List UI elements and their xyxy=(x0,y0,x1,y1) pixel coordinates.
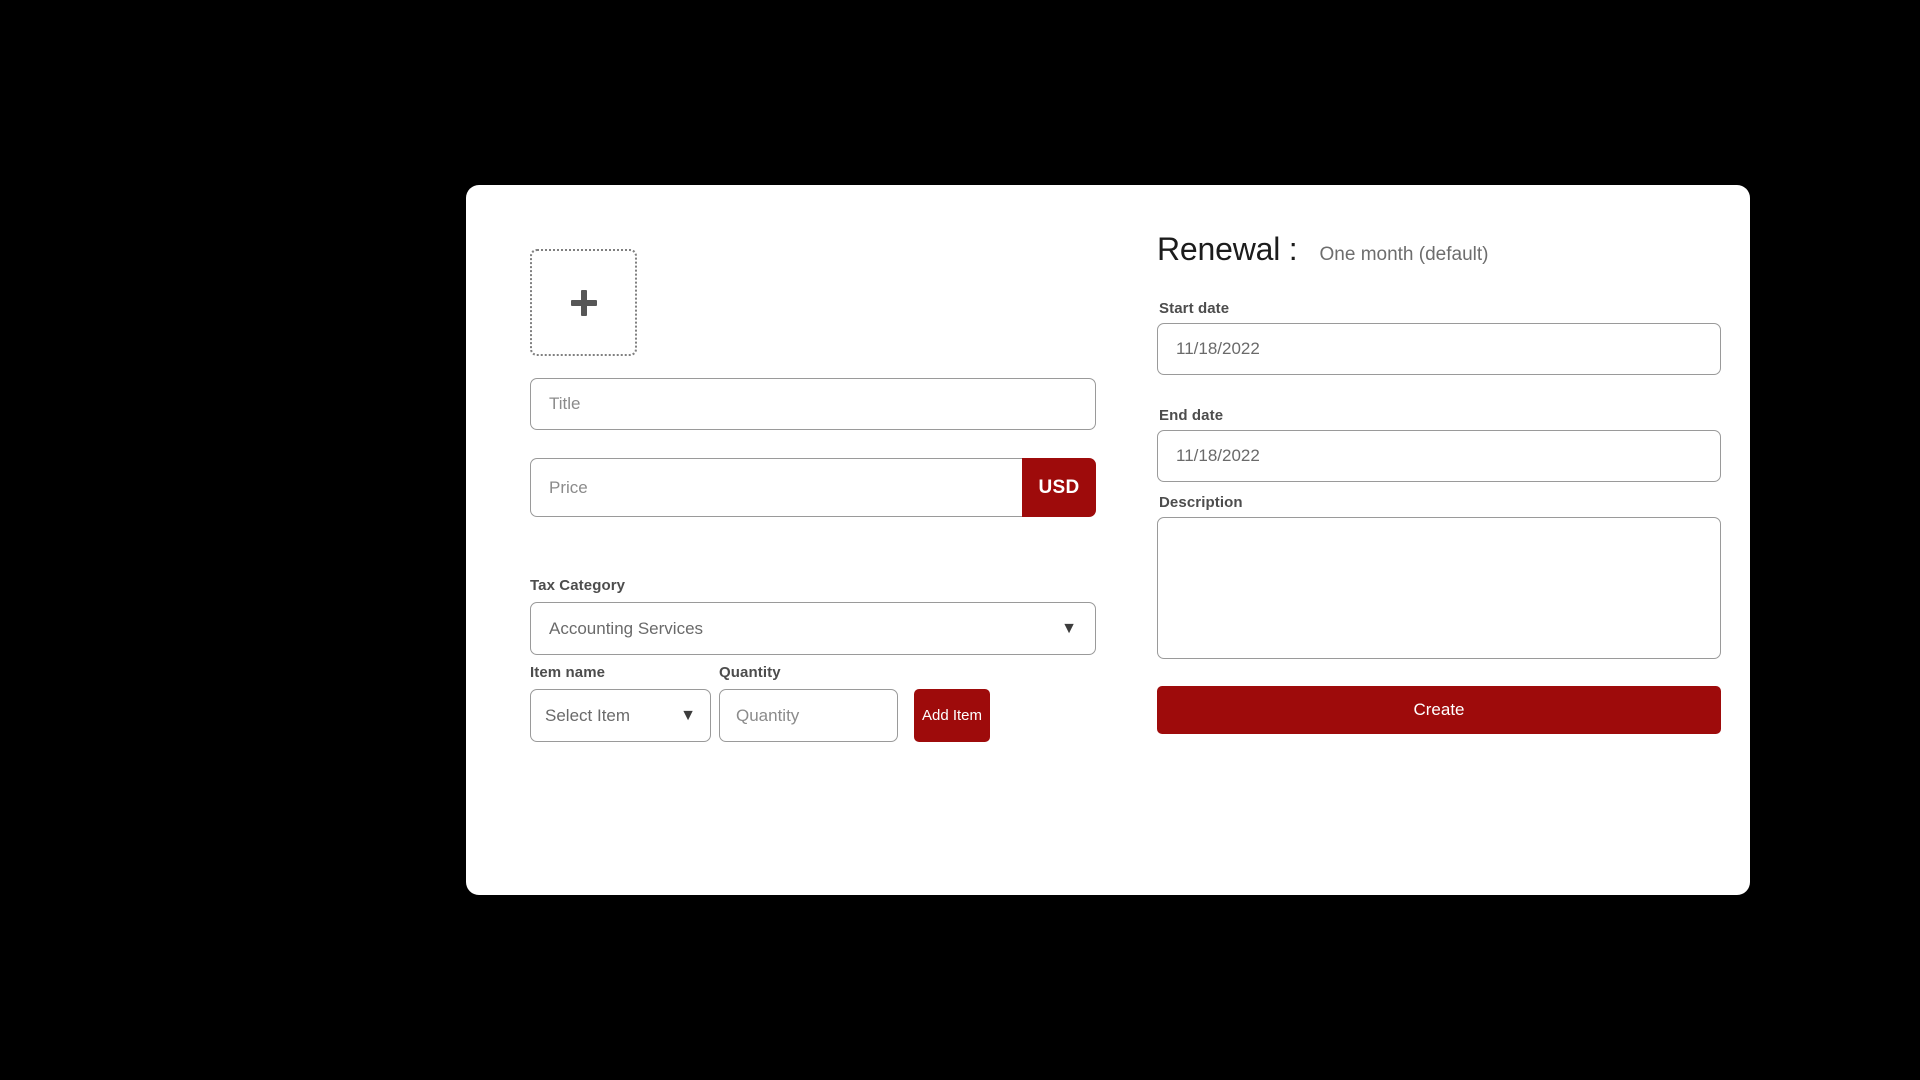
tax-category-label: Tax Category xyxy=(530,577,626,594)
item-name-label: Item name xyxy=(530,664,606,681)
create-subscription-card: Title Price USD Tax Category Accounting … xyxy=(466,185,1750,895)
tax-category-select[interactable]: Accounting Services ▼ xyxy=(530,602,1096,655)
image-upload-dropzone[interactable] xyxy=(530,249,637,356)
end-date-input[interactable]: 11/18/2022 xyxy=(1157,430,1721,482)
title-input[interactable]: Title xyxy=(530,378,1096,430)
create-button[interactable]: Create xyxy=(1157,686,1721,734)
item-name-select[interactable]: Select Item ▼ xyxy=(530,689,711,742)
chevron-down-icon: ▼ xyxy=(1061,619,1077,637)
start-date-input[interactable]: 11/18/2022 xyxy=(1157,323,1721,375)
quantity-input-placeholder: Quantity xyxy=(736,705,800,725)
renewal-header: Renewal : One month (default) xyxy=(1157,231,1488,268)
start-date-value: 11/18/2022 xyxy=(1176,339,1260,358)
end-date-label: End date xyxy=(1159,407,1224,424)
quantity-input[interactable]: Quantity xyxy=(719,689,898,742)
description-textarea[interactable] xyxy=(1157,517,1721,659)
end-date-value: 11/18/2022 xyxy=(1176,446,1260,465)
price-input-placeholder: Price xyxy=(549,477,588,497)
currency-badge-usd[interactable]: USD xyxy=(1022,458,1096,517)
chevron-down-icon: ▼ xyxy=(680,706,696,724)
price-input[interactable]: Price xyxy=(530,458,1022,517)
plus-icon xyxy=(570,289,597,316)
renewal-value: One month (default) xyxy=(1319,244,1489,265)
quantity-label: Quantity xyxy=(719,664,781,681)
description-label: Description xyxy=(1159,494,1243,511)
left-form-column: Title Price USD Tax Category Accounting … xyxy=(530,185,1096,895)
item-name-value: Select Item xyxy=(545,705,631,725)
price-field-group: Price USD xyxy=(530,458,1096,517)
add-item-button[interactable]: Add Item xyxy=(914,689,990,742)
start-date-label: Start date xyxy=(1159,300,1230,317)
tax-category-value: Accounting Services xyxy=(549,618,704,638)
right-form-column: Renewal : One month (default) Start date… xyxy=(1157,185,1721,895)
renewal-title: Renewal : xyxy=(1157,231,1298,267)
title-input-placeholder: Title xyxy=(549,394,581,413)
page-background: Title Price USD Tax Category Accounting … xyxy=(0,0,1920,1080)
